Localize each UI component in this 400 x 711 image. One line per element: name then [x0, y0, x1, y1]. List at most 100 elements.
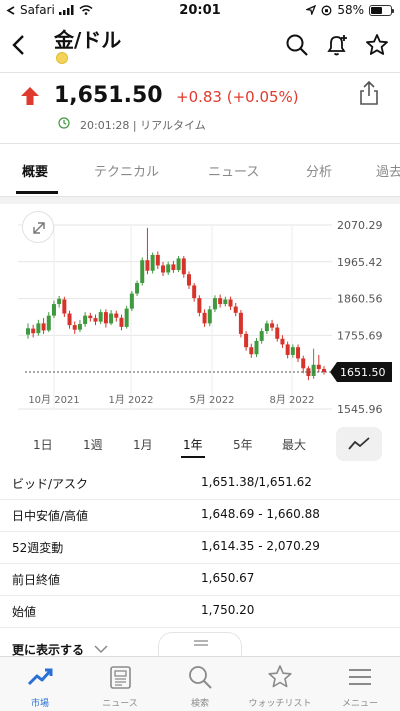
add-alert-bell-icon[interactable]: [324, 32, 350, 58]
candle-body: [176, 258, 181, 271]
candle-body: [26, 328, 30, 335]
stat-value: 1,614.35 - 2,070.29: [201, 539, 320, 553]
drag-handle-icon: [194, 640, 208, 646]
period-1y[interactable]: 1年: [183, 436, 203, 453]
period-1m[interactable]: 1月: [133, 436, 153, 453]
candle-body: [161, 265, 166, 273]
clock-icon: [58, 117, 70, 129]
tab-technical[interactable]: テクニカル: [94, 161, 159, 180]
app-header: 金/ドル: [0, 22, 400, 72]
nav-market[interactable]: 市場: [0, 657, 80, 711]
tab-analysis[interactable]: 分析: [306, 161, 332, 180]
candle-body: [192, 285, 197, 299]
expand-arrows-icon: [33, 222, 45, 234]
stat-label: 始値: [12, 605, 37, 619]
tabs-separator: [0, 196, 400, 204]
star-icon: [268, 665, 292, 688]
candle-body: [290, 347, 295, 355]
period-1w[interactable]: 1週: [83, 436, 103, 453]
nav-label: 検索: [190, 699, 209, 709]
candle-body: [124, 308, 129, 327]
candle-body: [186, 274, 191, 286]
candle-body: [51, 304, 56, 316]
candle-body: [72, 325, 77, 330]
candle-body: [233, 306, 238, 313]
candle-body: [155, 254, 160, 266]
nav-label: 市場: [30, 699, 49, 709]
candle-body: [46, 315, 51, 331]
stat-label: 前日終値: [12, 573, 61, 587]
candle-body: [150, 254, 155, 271]
candlestick-chart[interactable]: 2070.29 1965.42 1860.56 1755.69 1545.96 10月 2…: [0, 205, 400, 420]
share-icon[interactable]: [358, 80, 380, 106]
candle-body: [129, 293, 134, 309]
candle-body: [171, 264, 176, 271]
candle-body: [223, 299, 228, 305]
back-chevron-icon[interactable]: [8, 32, 30, 58]
candle-body: [254, 340, 259, 355]
y-tick-label: 1965.42: [337, 256, 383, 269]
search-icon[interactable]: [284, 32, 310, 58]
nav-watchlist[interactable]: ウォッチリスト: [240, 657, 320, 711]
search-icon: [189, 666, 212, 689]
candle-body: [207, 309, 212, 324]
candle-body: [135, 283, 140, 294]
candle-body: [212, 298, 217, 310]
status-right: 58%: [306, 3, 394, 17]
candle-body: [316, 364, 321, 369]
row-divider: [0, 627, 400, 628]
nav-menu[interactable]: メニュー: [320, 657, 400, 711]
y-tick-label: 1860.56: [337, 293, 383, 306]
x-tick-label: 8月 2022: [270, 394, 315, 406]
bottom-navigation: 市場 ニュース 検索 ウォッチリスト メニュー: [0, 656, 400, 711]
candle-body: [36, 323, 41, 334]
price-chart[interactable]: 2070.29 1965.42 1860.56 1755.69 1545.96 10月 2…: [0, 205, 400, 420]
period-5y[interactable]: 5年: [233, 436, 253, 453]
stat-value: 1,648.69 - 1,660.88: [201, 507, 320, 521]
candle-body: [77, 324, 82, 330]
active-period-indicator: [181, 456, 205, 458]
last-price: 1,651.50: [54, 83, 163, 108]
candle-body: [83, 315, 88, 325]
stat-row-day-range: 日中安値/高値 1,648.69 - 1,660.88: [0, 500, 400, 532]
show-more-label: 更に表示する: [12, 643, 85, 657]
candle-body: [228, 299, 233, 307]
tab-history[interactable]: 過去: [376, 161, 400, 180]
commodity-flag-icon: [56, 52, 68, 64]
candle-body: [62, 299, 67, 314]
candle-body: [311, 364, 316, 376]
period-max[interactable]: 最大: [282, 436, 306, 453]
tab-news[interactable]: ニュース: [208, 161, 259, 180]
tab-overview[interactable]: 概要: [22, 161, 48, 180]
market-chart-icon: [27, 668, 53, 686]
candle-body: [202, 312, 207, 324]
x-tick-label: 1月 2022: [109, 394, 154, 406]
candle-body: [218, 298, 223, 305]
stat-row-open: 始値 1,750.20: [0, 596, 400, 628]
expand-chart-button[interactable]: [22, 211, 54, 243]
candle-body: [259, 331, 264, 341]
active-tab-indicator: [16, 191, 58, 194]
watchlist-star-icon[interactable]: [364, 32, 390, 58]
nav-search[interactable]: 検索: [160, 657, 240, 711]
stat-label: ビッド/アスク: [12, 477, 89, 491]
candle-body: [109, 313, 114, 324]
battery-icon: [369, 4, 394, 16]
stat-row-prev-close: 前日終値 1,650.67: [0, 564, 400, 596]
stat-value: 1,750.20: [201, 603, 255, 617]
candle-body: [301, 358, 306, 369]
nav-label: ウォッチリスト: [248, 699, 312, 709]
stat-row-52w-range: 52週変動 1,614.35 - 2,070.29: [0, 532, 400, 564]
page-title: 金/ドル: [54, 28, 122, 52]
orientation-lock-icon: [321, 5, 332, 15]
stat-label: 日中安値/高値: [12, 509, 89, 523]
chart-type-toggle[interactable]: [336, 427, 382, 461]
header-divider: [0, 72, 400, 73]
menu-icon: [349, 669, 371, 685]
battery-level: [371, 6, 383, 14]
status-bar: Safari 20:01 58%: [0, 0, 400, 22]
nav-news[interactable]: ニュース: [80, 657, 160, 711]
candle-body: [145, 260, 150, 271]
period-1d[interactable]: 1日: [33, 436, 53, 453]
y-tick-label: 1755.69: [337, 329, 383, 342]
